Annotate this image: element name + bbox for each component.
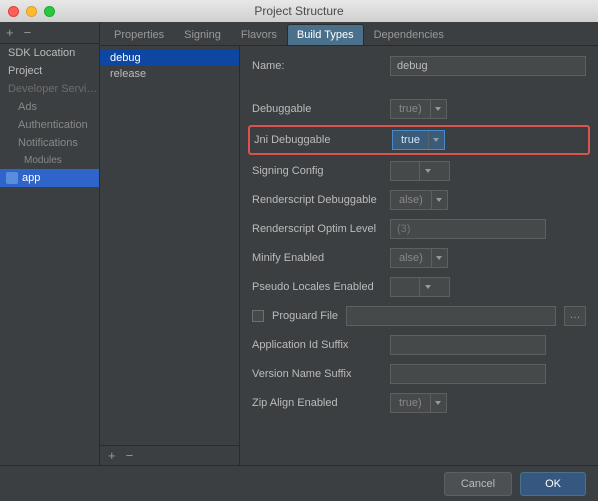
browse-button[interactable]: … xyxy=(564,306,586,326)
signing-config-dropdown[interactable] xyxy=(390,161,450,181)
build-type-release[interactable]: release xyxy=(100,66,239,82)
jni-debuggable-label: Jni Debuggable xyxy=(254,134,384,146)
chevron-down-icon[interactable] xyxy=(431,191,447,209)
debuggable-label: Debuggable xyxy=(252,103,382,115)
proguard-file-label: Proguard File xyxy=(272,310,338,322)
signing-config-label: Signing Config xyxy=(252,165,382,177)
version-name-suffix-label: Version Name Suffix xyxy=(252,368,382,380)
renderscript-optim-label: Renderscript Optim Level xyxy=(252,223,382,235)
sidebar-item-app[interactable]: app xyxy=(0,169,99,187)
sidebar-toolbar: + − xyxy=(0,22,99,44)
pseudo-locales-dropdown[interactable] xyxy=(390,277,450,297)
sidebar-item-developer-servi-[interactable]: Developer Servi… xyxy=(0,80,99,98)
list-toolbar: + − xyxy=(100,445,239,465)
sidebar-item-ads[interactable]: Ads xyxy=(0,98,99,116)
sidebar: + − SDK LocationProjectDeveloper Servi…A… xyxy=(0,22,100,465)
window-title: Project Structure xyxy=(0,4,598,18)
build-type-debug[interactable]: debug xyxy=(100,50,239,66)
debuggable-dropdown[interactable]: true) xyxy=(390,99,447,119)
dialog-footer: Cancel OK xyxy=(0,465,598,501)
tab-flavors[interactable]: Flavors xyxy=(231,24,287,45)
minify-enabled-label: Minify Enabled xyxy=(252,252,382,264)
titlebar: Project Structure xyxy=(0,0,598,22)
tabs: PropertiesSigningFlavorsBuild TypesDepen… xyxy=(100,22,598,46)
minify-enabled-dropdown[interactable]: alse) xyxy=(390,248,448,268)
sidebar-item-notifications[interactable]: Notifications xyxy=(0,134,99,152)
renderscript-optim-field[interactable] xyxy=(390,219,546,239)
tab-signing[interactable]: Signing xyxy=(174,24,231,45)
add-build-type-icon[interactable]: + xyxy=(108,448,116,463)
chevron-down-icon[interactable] xyxy=(419,162,435,180)
proguard-checkbox[interactable] xyxy=(252,310,264,322)
chevron-down-icon[interactable] xyxy=(431,249,447,267)
sidebar-item-authentication[interactable]: Authentication xyxy=(0,116,99,134)
tab-dependencies[interactable]: Dependencies xyxy=(364,24,454,45)
ok-button[interactable]: OK xyxy=(520,472,586,496)
sidebar-item-modules[interactable]: Modules xyxy=(0,152,99,169)
version-name-suffix-field[interactable] xyxy=(390,364,546,384)
module-icon xyxy=(6,172,18,184)
zip-align-label: Zip Align Enabled xyxy=(252,397,382,409)
renderscript-debuggable-dropdown[interactable]: alse) xyxy=(390,190,448,210)
add-icon[interactable]: + xyxy=(6,25,14,40)
build-type-form: Name: Debuggable true) Jni Debuggable tr… xyxy=(240,46,598,465)
name-label: Name: xyxy=(252,60,382,72)
sidebar-item-project[interactable]: Project xyxy=(0,62,99,80)
build-type-list: debugrelease + − xyxy=(100,46,240,465)
cancel-button[interactable]: Cancel xyxy=(444,472,512,496)
chevron-down-icon[interactable] xyxy=(428,131,444,149)
remove-build-type-icon[interactable]: − xyxy=(126,448,134,463)
zip-align-dropdown[interactable]: true) xyxy=(390,393,447,413)
app-id-suffix-field[interactable] xyxy=(390,335,546,355)
pseudo-locales-label: Pseudo Locales Enabled xyxy=(252,281,382,293)
tab-build-types[interactable]: Build Types xyxy=(287,24,364,45)
tab-properties[interactable]: Properties xyxy=(104,24,174,45)
jni-debuggable-dropdown[interactable]: true xyxy=(392,130,445,150)
proguard-file-field[interactable] xyxy=(346,306,556,326)
sidebar-item-sdk-location[interactable]: SDK Location xyxy=(0,44,99,62)
chevron-down-icon[interactable] xyxy=(419,278,435,296)
app-id-suffix-label: Application Id Suffix xyxy=(252,339,382,351)
renderscript-debuggable-label: Renderscript Debuggable xyxy=(252,194,382,206)
chevron-down-icon[interactable] xyxy=(430,394,446,412)
name-field[interactable] xyxy=(390,56,586,76)
chevron-down-icon[interactable] xyxy=(430,100,446,118)
remove-icon[interactable]: − xyxy=(24,25,32,40)
